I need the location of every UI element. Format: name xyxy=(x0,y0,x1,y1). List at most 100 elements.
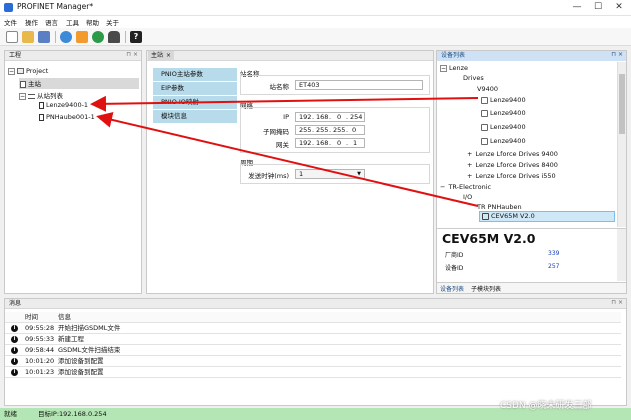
minimize-button[interactable]: — xyxy=(567,1,587,14)
ip-label: IP xyxy=(283,113,289,121)
nav-module-info[interactable]: 模块信息 xyxy=(153,110,237,123)
catalog-item-lenze9400[interactable]: Lenze9400 xyxy=(481,96,526,104)
document-icon[interactable] xyxy=(76,31,88,43)
tree-project[interactable]: − Project xyxy=(8,67,48,75)
subnet-mask-label: 子网掩码 xyxy=(263,128,289,136)
info-icon: i xyxy=(11,325,18,332)
tree-lforce-9400[interactable]: + Lenze Lforce Drives 9400 xyxy=(467,150,558,158)
log-row[interactable]: i 09:55:33 新建工程 xyxy=(5,334,621,345)
window-title: PROFINET Manager* xyxy=(17,2,94,11)
info-icon: i xyxy=(11,358,18,365)
status-bar: 就绪 目标IP:192.168.0.254 CSDN @晓未研发三部 xyxy=(0,401,631,420)
watermark: CSDN @晓未研发三部 xyxy=(500,401,592,411)
collapse-icon[interactable]: − xyxy=(8,67,15,75)
info-icon: i xyxy=(11,369,18,376)
tree-slave-list[interactable]: − 从站列表 xyxy=(19,90,63,100)
tree-slave-pnhaube[interactable]: PNHaube001-1 xyxy=(39,113,95,121)
expand-icon[interactable]: + xyxy=(467,172,472,180)
menu-help[interactable]: 帮助 xyxy=(86,17,99,27)
expand-icon[interactable]: + xyxy=(467,150,472,158)
station-name-input[interactable]: ET403 xyxy=(295,80,423,90)
module-cube-icon xyxy=(481,109,488,117)
catalog-item-lenze9400[interactable]: Lenze9400 xyxy=(481,123,526,131)
collapse-icon[interactable]: − xyxy=(440,64,447,72)
menu-bar: 文件 操作 语言 工具 帮助 关于 xyxy=(0,16,631,28)
collapse-icon[interactable]: − xyxy=(440,183,445,191)
help-icon[interactable]: ? xyxy=(130,31,142,43)
toolbar-separator xyxy=(55,31,56,43)
tree-v9400[interactable]: V9400 xyxy=(477,85,498,93)
tab-close-icon[interactable]: × xyxy=(166,52,171,59)
module-cube-icon xyxy=(482,212,489,220)
panel-pin-icon[interactable]: ⊓ × xyxy=(126,51,138,58)
title-bar: PROFINET Manager* — ☐ ✕ xyxy=(0,0,631,16)
editor-tabbar xyxy=(147,51,433,61)
expand-icon[interactable]: + xyxy=(467,161,472,169)
menu-operate[interactable]: 操作 xyxy=(25,17,38,27)
log-row[interactable]: i 10:01:20 添加设备到配置 xyxy=(5,356,621,367)
master-device-icon xyxy=(20,80,26,88)
tree-io[interactable]: I/O xyxy=(463,193,472,201)
nav-eip-params[interactable]: EIP参数 xyxy=(153,82,237,95)
subnet-mask-input[interactable]: 255. 255. 255. 0 xyxy=(295,125,365,135)
info-icon: i xyxy=(11,336,18,343)
tab-master[interactable]: 主站 × xyxy=(148,51,174,61)
log-row[interactable]: i 10:01:23 添加设备到配置 xyxy=(5,367,621,378)
project-panel-title: 工程 xyxy=(5,51,141,61)
ip-input[interactable]: 192. 168. 0. 254 xyxy=(295,112,365,122)
refresh-icon[interactable] xyxy=(60,31,72,43)
tree-lforce-8400[interactable]: + Lenze Lforce Drives 8400 xyxy=(467,161,558,169)
device-catalog-title: 设备列表 xyxy=(437,51,626,61)
menu-about[interactable]: 关于 xyxy=(106,17,119,27)
network-icon[interactable] xyxy=(92,31,104,43)
log-row[interactable]: i 09:58:44 GSDML文件扫描结束 xyxy=(5,345,621,356)
app-icon xyxy=(4,3,13,12)
vendor-id-value: 339 xyxy=(548,250,560,257)
tree-vendor-tr[interactable]: − TR-Electronic xyxy=(440,183,491,191)
catalog-item-lenze9400[interactable]: Lenze9400 xyxy=(481,137,526,145)
catalog-item-lenze9400[interactable]: Lenze9400 xyxy=(481,109,526,117)
panel-pin-icon[interactable]: ⊓ × xyxy=(611,51,623,58)
tab-submodule-list[interactable]: 子模块列表 xyxy=(471,284,501,293)
close-button[interactable]: ✕ xyxy=(609,1,629,14)
open-folder-icon[interactable] xyxy=(22,31,34,43)
nav-pnio-io-mapping[interactable]: PNIO IO映射 xyxy=(153,96,237,109)
list-icon xyxy=(28,93,35,99)
detail-scrollbar[interactable] xyxy=(617,229,626,281)
device-catalog-panel: 设备列表 ⊓ × − Lenze Drives V9400 Lenze9400 L… xyxy=(436,50,627,294)
splitter[interactable] xyxy=(437,228,626,229)
maximize-button[interactable]: ☐ xyxy=(588,1,608,14)
toolbar: ? xyxy=(0,28,631,46)
new-file-icon[interactable] xyxy=(6,31,18,43)
project-icon xyxy=(17,68,24,74)
col-time: 时间 xyxy=(25,313,38,321)
master-editor: 主站 × PNIO主站参数 EIP参数 PNIO IO映射 模块信息 站名称 站名… xyxy=(146,50,434,294)
tree-drives[interactable]: Drives xyxy=(463,74,484,82)
status-state: 就绪 xyxy=(4,410,17,418)
project-panel: 工程 ⊓ × − Project 主站 − 从站列表 Lenze9400-1 PNH… xyxy=(4,50,142,294)
menu-file[interactable]: 文件 xyxy=(4,17,17,27)
tree-slave-lenze[interactable]: Lenze9400-1 xyxy=(39,101,88,109)
catalog-tabbar: 设备列表 子模块列表 xyxy=(437,282,626,293)
col-info: 信息 xyxy=(58,313,71,321)
catalog-scrollbar[interactable] xyxy=(617,62,626,227)
tree-lforce-i550[interactable]: + Lenze Lforce Drives i550 xyxy=(467,172,556,180)
station-name-label: 站名称 xyxy=(269,83,290,91)
menu-language[interactable]: 语言 xyxy=(45,17,58,27)
catalog-item-cev65m[interactable]: CEV65M V2.0 xyxy=(479,211,615,222)
panel-pin-icon[interactable]: ⊓ × xyxy=(611,299,623,306)
log-row[interactable]: i 09:55:28 开始扫描GSDML文件 xyxy=(5,323,621,334)
tab-device-list[interactable]: 设备列表 xyxy=(440,284,464,293)
tree-master[interactable]: 主站 xyxy=(19,78,139,89)
tree-vendor-lenze[interactable]: − Lenze xyxy=(440,64,468,72)
download-icon[interactable] xyxy=(108,31,120,43)
gateway-input[interactable]: 192. 168. 0. 1 xyxy=(295,138,365,148)
menu-tools[interactable]: 工具 xyxy=(66,17,79,27)
tree-tr-pnhauben[interactable]: TR PNHauben xyxy=(477,203,522,211)
save-icon[interactable] xyxy=(38,31,50,43)
nav-pnio-master-params[interactable]: PNIO主站参数 xyxy=(153,68,237,81)
toolbar-separator xyxy=(125,31,126,43)
device-id-value: 257 xyxy=(548,263,560,270)
send-clock-select[interactable]: 1 ▼ xyxy=(295,169,365,179)
collapse-icon[interactable]: − xyxy=(19,92,26,100)
